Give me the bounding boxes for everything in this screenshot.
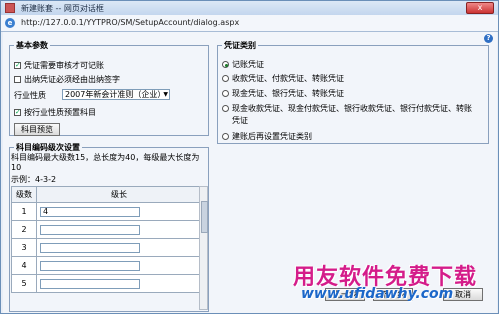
checkbox-checked[interactable]: ✓ — [14, 109, 21, 116]
coding-level-legend: 科目编码级次设置 — [16, 143, 80, 152]
length-input[interactable] — [40, 224, 140, 235]
window-title: 新建账套 -- 网页对话框 — [21, 4, 104, 13]
address-bar: e http://127.0.0.1/YYTPRO/SM/SetupAccoun… — [1, 15, 498, 32]
option-preset-subjects[interactable]: ✓ 按行业性质预置科目 — [14, 107, 96, 118]
table-row: 1 4 — [11, 202, 202, 221]
option-require-audit[interactable]: ✓ 凭证需要审核才可记账 — [14, 60, 104, 71]
level-cell: 4 — [11, 256, 37, 275]
radio-selected[interactable] — [222, 61, 229, 68]
option-label: 按行业性质预置科目 — [24, 108, 96, 117]
option-label: 凭证需要审核才可记账 — [24, 61, 104, 70]
radio[interactable] — [222, 75, 229, 82]
voucher-label: 现金收款凭证、现金付款凭证、银行收款凭证、银行付款凭证、转账凭证 — [232, 104, 472, 125]
voucher-label: 现金凭证、银行凭证、转账凭证 — [232, 89, 344, 98]
url-text: http://127.0.0.1/YYTPRO/SM/SetupAccount/… — [21, 18, 240, 27]
length-cell[interactable] — [36, 274, 202, 293]
coding-level-table: 级数 级长 1 4 2 3 4 5 — [11, 186, 202, 293]
length-input[interactable] — [40, 278, 140, 289]
col-length-header: 级长 — [36, 186, 202, 203]
scrollbar-thumb[interactable] — [201, 201, 208, 233]
voucher-label: 记账凭证 — [232, 60, 264, 69]
radio[interactable] — [222, 133, 229, 140]
industry-row: 行业性质 — [14, 90, 46, 101]
subject-preview-button[interactable]: 科目预览 — [14, 123, 60, 136]
industry-select[interactable]: 2007年新会计准则（企业） ▼ — [62, 89, 170, 100]
table-row: 4 — [11, 256, 202, 275]
title-bar: 新建账套 -- 网页对话框 x — [1, 1, 498, 15]
radio[interactable] — [222, 90, 229, 97]
length-cell[interactable] — [36, 256, 202, 275]
table-scrollbar[interactable] — [199, 186, 208, 310]
radio[interactable] — [222, 105, 229, 112]
length-input[interactable] — [40, 242, 140, 253]
voucher-option-3[interactable]: 现金收款凭证、现金付款凭证、银行收款凭证、银行付款凭证、转账凭证 — [222, 103, 476, 127]
voucher-option-4[interactable]: 建账后再设置凭证类别 — [222, 131, 312, 142]
voucher-label: 建账后再设置凭证类别 — [232, 132, 312, 141]
option-label: 出纳凭证必须经由出纳签字 — [24, 75, 120, 84]
level-cell: 5 — [11, 274, 37, 293]
industry-label: 行业性质 — [14, 91, 46, 100]
length-cell[interactable] — [36, 220, 202, 239]
option-cashier-sign[interactable]: 出纳凭证必须经由出纳签字 — [14, 74, 120, 85]
close-button[interactable]: x — [466, 2, 494, 14]
watermark-url: www.ufidawhy.com — [301, 286, 454, 302]
voucher-type-group: 凭证类别 记账凭证 收款凭证、付款凭证、转账凭证 现金凭证、银行凭证、转账凭证 … — [217, 40, 489, 144]
voucher-label: 收款凭证、付款凭证、转账凭证 — [232, 74, 344, 83]
col-level-header: 级数 — [11, 186, 37, 203]
voucher-type-legend: 凭证类别 — [224, 41, 256, 50]
basic-params-legend: 基本参数 — [16, 41, 48, 50]
voucher-option-2[interactable]: 现金凭证、银行凭证、转账凭证 — [222, 88, 344, 99]
length-cell[interactable] — [36, 238, 202, 257]
checkbox-checked[interactable]: ✓ — [14, 62, 21, 69]
checkbox[interactable] — [14, 76, 21, 83]
browser-icon: e — [5, 18, 15, 28]
voucher-option-1[interactable]: 收款凭证、付款凭证、转账凭证 — [222, 73, 344, 84]
coding-description: 科目编码最大级数15，总长度为40，每级最大长度为10 — [11, 153, 200, 172]
length-input[interactable]: 4 — [40, 206, 140, 217]
dialog-window: 新建账套 -- 网页对话框 x e http://127.0.0.1/YYTPR… — [0, 0, 499, 314]
industry-value: 2007年新会计准则（企业） — [65, 90, 166, 99]
basic-params-group: 基本参数 ✓ 凭证需要审核才可记账 出纳凭证必须经由出纳签字 行业性质 2007… — [9, 40, 209, 136]
voucher-option-0[interactable]: 记账凭证 — [222, 59, 264, 70]
level-cell: 1 — [11, 202, 37, 221]
level-cell: 3 — [11, 238, 37, 257]
level-cell: 2 — [11, 220, 37, 239]
length-input[interactable] — [40, 260, 140, 271]
coding-example: 示例：4-3-2 — [11, 175, 57, 184]
chevron-down-icon: ▼ — [163, 91, 168, 98]
app-icon — [5, 3, 15, 13]
table-row: 3 — [11, 238, 202, 257]
length-cell[interactable]: 4 — [36, 202, 202, 221]
table-row: 5 — [11, 274, 202, 293]
table-row: 2 — [11, 220, 202, 239]
